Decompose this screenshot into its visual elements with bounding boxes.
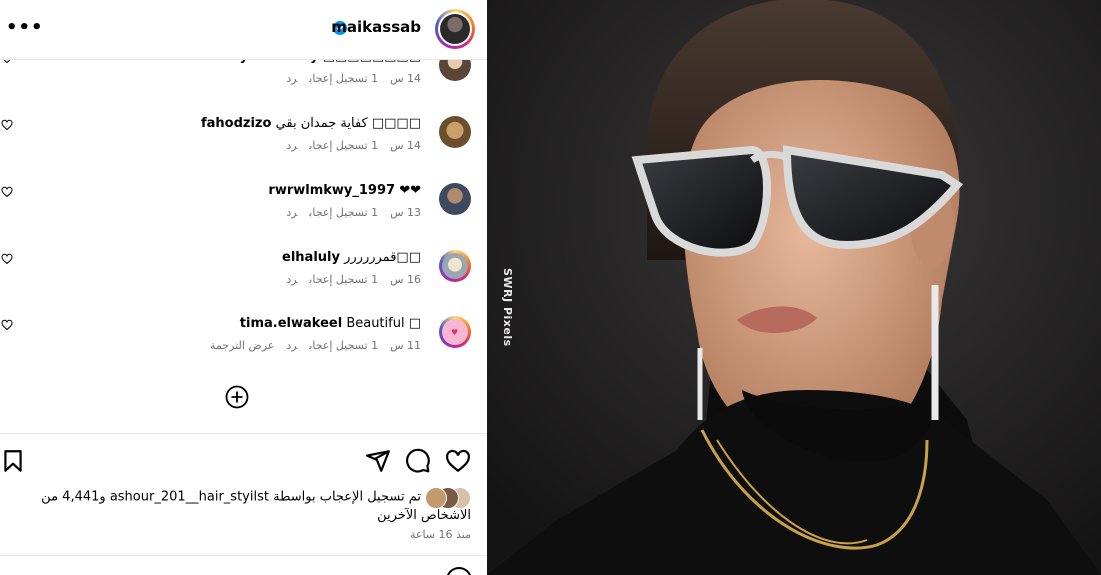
comment-body: ❤❤ (399, 183, 421, 198)
comment-likes[interactable]: 1 تسجيل إعجاب (309, 206, 378, 219)
comment-body: □□□□□□□□ (323, 60, 421, 64)
reply-button[interactable]: رد (286, 72, 297, 85)
likes-text[interactable]: تم تسجيل الإعجاب بواسطة ashour_201__hair… (41, 490, 471, 524)
post-header: ••• maikassab (0, 0, 487, 60)
comment-likes[interactable]: 1 تسجيل إعجاب (309, 273, 378, 286)
comment-likes[interactable]: 1 تسجيل إعجاب (309, 339, 378, 352)
comment-text: rwrwlmkwy_1997 ❤❤ (268, 183, 421, 198)
like-comment-icon[interactable] (1, 253, 13, 265)
like-comment-icon[interactable] (1, 186, 13, 198)
comment-time: 13 س (390, 206, 421, 219)
reply-button[interactable]: رد (286, 139, 297, 152)
commenter-avatar[interactable]: ♥ (439, 316, 471, 348)
see-translation-button[interactable]: عرض الترجمة (210, 339, 274, 352)
liker-avatars (425, 487, 471, 509)
author-avatar[interactable] (435, 9, 475, 49)
post-photo: SWRJ Pixels (487, 0, 1101, 575)
photo-watermark: SWRJ Pixels (501, 268, 514, 347)
reply-button[interactable]: رد (286, 339, 297, 352)
commenter-avatar[interactable] (439, 60, 471, 81)
commenter-avatar[interactable] (439, 250, 471, 282)
comments-list: sallyelbatouty □□□□□□□□ 14 س 1 تسجيل إعجا… (0, 60, 487, 432)
post-timestamp: منذ 16 ساعة (409, 528, 471, 541)
comment-text: elhaluly قمرررررر□□ (282, 250, 421, 265)
save-bookmark-icon[interactable] (0, 448, 26, 474)
post-panel: ••• maikassab sallyelbatouty □□□□□□□□ 14… (0, 0, 487, 575)
comment-meta: 16 س 1 تسجيل إعجاب رد (274, 273, 421, 286)
reply-button[interactable]: رد (286, 273, 297, 286)
comment-body: Beautiful □ (346, 316, 421, 331)
post-actions-bar (0, 433, 487, 488)
comment-time: 14 س (390, 72, 421, 85)
like-comment-icon[interactable] (1, 119, 13, 131)
comment-username[interactable]: elhaluly (282, 250, 340, 265)
likes-summary: تم تسجيل الإعجاب بواسطة ashour_201__hair… (11, 487, 471, 525)
like-comment-icon[interactable] (1, 319, 13, 331)
comment-likes[interactable]: 1 تسجيل إعجاب (309, 139, 378, 152)
comment-body: كفاية جمدان بقي □□□□ (275, 116, 421, 131)
emoji-icon[interactable] (446, 567, 472, 575)
share-icon[interactable] (365, 448, 391, 474)
comment-username[interactable]: fahodzizo (201, 116, 271, 131)
reply-button[interactable]: رد (286, 206, 297, 219)
commenter-avatar[interactable] (439, 116, 471, 148)
comment-text: fahodzizo كفاية جمدان بقي □□□□ (201, 116, 421, 131)
divider (0, 555, 487, 556)
comment-meta: 14 س 1 تسجيل إعجاب رد (274, 139, 421, 152)
comment-time: 16 س (390, 273, 421, 286)
comment-meta: 11 س 1 تسجيل إعجاب رد عرض الترجمة (198, 339, 421, 352)
comment-body: قمرررررر□□ (344, 250, 421, 265)
like-comment-icon[interactable] (1, 60, 13, 64)
comment-likes[interactable]: 1 تسجيل إعجاب (309, 72, 378, 85)
comment-item: fahodzizo كفاية جمدان بقي □□□□ 14 س 1 تسج… (0, 116, 487, 176)
comment-text: tima.elwakeel Beautiful □ (240, 316, 421, 331)
comment-item: rwrwlmkwy_1997 ❤❤ 13 س 1 تسجيل إعجاب رد (0, 183, 487, 243)
comment-icon[interactable] (405, 448, 431, 474)
post-author-username[interactable]: maikassab (331, 18, 421, 36)
comment-item: elhaluly قمرررررر□□ 16 س 1 تسجيل إعجاب رد (0, 250, 487, 310)
comment-time: 11 س (390, 339, 421, 352)
comment-time: 14 س (390, 139, 421, 152)
comment-meta: 13 س 1 تسجيل إعجاب رد (274, 206, 421, 219)
like-heart-icon[interactable] (445, 448, 471, 474)
more-options-icon[interactable]: ••• (6, 18, 43, 38)
comment-text: sallyelbatouty □□□□□□□□ (214, 60, 421, 64)
comment-item: ♥ tima.elwakeel Beautiful □ 11 س 1 تسجيل … (0, 316, 487, 376)
comment-username[interactable]: tima.elwakeel (240, 316, 342, 331)
portrait-image (487, 0, 1101, 575)
comment-username[interactable]: rwrwlmkwy_1997 (268, 183, 395, 198)
commenter-avatar[interactable] (439, 183, 471, 215)
load-more-comments-icon[interactable] (225, 385, 249, 409)
comment-item: sallyelbatouty □□□□□□□□ 14 س 1 تسجيل إعجا… (0, 60, 487, 109)
comment-meta: 14 س 1 تسجيل إعجاب رد (274, 72, 421, 85)
comment-username[interactable]: sallyelbatouty (214, 60, 318, 64)
